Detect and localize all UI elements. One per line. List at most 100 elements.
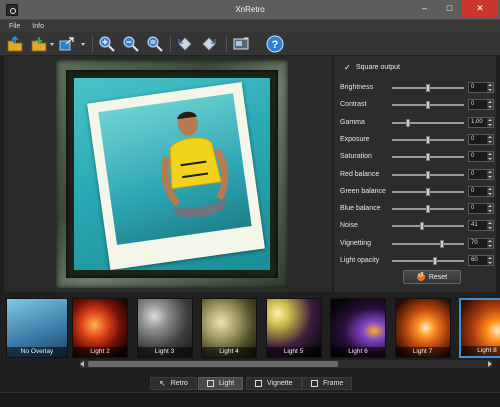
tab-frame[interactable]: Frame <box>302 377 353 390</box>
spin-arrows-icon[interactable] <box>487 238 493 248</box>
spinbox-value: 1,00 <box>471 118 483 125</box>
effect-thumbnail[interactable]: Light 8 <box>459 298 500 358</box>
value-spinbox[interactable]: 0 <box>468 168 494 180</box>
value-spinbox[interactable]: 0 <box>468 82 494 93</box>
slider-thumb[interactable] <box>426 84 430 92</box>
wooden-frame <box>54 58 290 290</box>
slider-thumb[interactable] <box>419 222 424 231</box>
spinbox-value: 70 <box>471 239 478 246</box>
slider-thumb[interactable] <box>426 135 430 144</box>
zoom-fit-icon[interactable] <box>146 35 164 53</box>
save-icon[interactable] <box>30 35 48 53</box>
spin-arrows-icon[interactable] <box>487 152 493 162</box>
value-spinbox[interactable]: 0 <box>468 203 494 215</box>
slider-label: Blue balance <box>340 205 381 213</box>
spin-arrows-icon[interactable] <box>487 221 493 231</box>
spinbox-value: 0 <box>471 101 475 108</box>
zoom-out-icon[interactable] <box>122 35 140 53</box>
slider-label: Brightness <box>340 84 374 91</box>
slider-thumb[interactable] <box>426 101 430 110</box>
slider-track[interactable] <box>392 205 464 214</box>
toolbar-divider <box>92 36 93 52</box>
share-icon[interactable] <box>58 35 76 53</box>
spin-arrows-icon[interactable] <box>487 256 493 265</box>
slider-track[interactable] <box>392 187 464 196</box>
slider-thumb[interactable] <box>433 257 438 265</box>
title-bar: XnRetro – □ ✕ <box>0 0 500 20</box>
value-spinbox[interactable]: 60 <box>468 255 494 266</box>
slider-row: Noise 41 <box>340 220 494 232</box>
slider-thumb[interactable] <box>440 239 445 248</box>
slider-row: Light opacity 60 <box>340 255 494 267</box>
close-button[interactable]: ✕ <box>462 0 498 18</box>
tab-retro[interactable]: ↖ Retro <box>150 377 197 390</box>
spin-arrows-icon[interactable] <box>487 169 493 179</box>
spin-arrows-icon[interactable] <box>487 186 493 196</box>
fullscreen-icon[interactable] <box>232 35 250 53</box>
toolbar-divider <box>170 36 171 52</box>
maximize-button[interactable]: □ <box>437 0 462 18</box>
value-spinbox[interactable]: 0 <box>468 133 494 145</box>
open-icon[interactable] <box>6 35 24 53</box>
tab-vignette[interactable]: Vignette <box>246 377 302 390</box>
menu-bar: File Info <box>0 20 500 32</box>
help-icon[interactable]: ? <box>266 35 284 53</box>
effect-thumbnail[interactable]: Light 6 <box>330 298 386 358</box>
slider-track[interactable] <box>392 84 464 92</box>
horizontal-scrollbar[interactable] <box>80 360 492 368</box>
spin-arrows-icon[interactable] <box>487 117 493 127</box>
effect-label: Light 2 <box>73 347 127 357</box>
rotate-right-icon[interactable] <box>200 35 218 53</box>
slider-label: Gamma <box>340 118 365 126</box>
slider-thumb[interactable] <box>426 153 430 162</box>
image-canvas[interactable] <box>4 56 332 292</box>
slider-track[interactable] <box>392 170 464 179</box>
slider-track[interactable] <box>392 118 464 127</box>
scroll-left-icon[interactable] <box>80 361 84 367</box>
effect-thumbnail[interactable]: Light 3 <box>136 298 193 358</box>
value-spinbox[interactable]: 0 <box>468 185 494 197</box>
person-illustration <box>161 111 229 219</box>
slider-track[interactable] <box>392 135 464 144</box>
light-icon <box>207 380 214 387</box>
slider-thumb[interactable] <box>426 170 430 179</box>
value-spinbox[interactable]: 41 <box>468 220 494 232</box>
rotate-left-icon[interactable] <box>176 35 194 53</box>
slider-track[interactable] <box>392 222 464 231</box>
effect-thumbnail[interactable]: Light 7 <box>394 298 451 358</box>
scroll-right-icon[interactable] <box>488 361 492 367</box>
slider-thumb[interactable] <box>426 187 430 196</box>
slider-label: Saturation <box>340 153 372 161</box>
value-spinbox[interactable]: 0 <box>468 151 494 163</box>
effect-thumbnail[interactable]: No Overlay <box>6 298 68 358</box>
slider-thumb[interactable] <box>405 118 410 127</box>
square-output-checkbox[interactable]: ✓ Square output <box>344 64 400 72</box>
spin-arrows-icon[interactable] <box>487 100 493 110</box>
value-spinbox[interactable]: 1,00 <box>468 116 494 128</box>
minimize-button[interactable]: – <box>412 0 437 18</box>
spin-arrows-icon[interactable] <box>487 204 493 214</box>
chevron-down-icon[interactable] <box>50 43 54 46</box>
value-spinbox[interactable]: 0 <box>468 99 494 111</box>
slider-track[interactable] <box>392 257 464 265</box>
menu-file[interactable]: File <box>9 23 20 30</box>
tab-light[interactable]: Light <box>198 377 244 390</box>
spin-arrows-icon[interactable] <box>487 134 493 144</box>
slider-thumb[interactable] <box>426 205 430 214</box>
value-spinbox[interactable]: 70 <box>468 237 494 249</box>
scrollbar-thumb[interactable] <box>88 361 338 367</box>
settings-panel: ✓ Square output Brightness 0 Contrast 0 Gamm… <box>334 56 496 292</box>
zoom-in-icon[interactable] <box>98 35 116 53</box>
slider-track[interactable] <box>392 153 464 162</box>
slider-label: Red balance <box>340 170 380 178</box>
effect-thumbnail[interactable]: Light 2 <box>72 298 128 358</box>
chevron-down-icon[interactable] <box>81 43 85 46</box>
menu-info[interactable]: Info <box>32 23 44 30</box>
effect-label: Light 4 <box>202 347 256 357</box>
reset-button[interactable]: Reset <box>403 270 461 284</box>
spin-arrows-icon[interactable] <box>487 83 493 92</box>
slider-track[interactable] <box>392 101 464 110</box>
effect-thumbnail[interactable]: Light 5 <box>265 298 322 358</box>
effect-thumbnail[interactable]: Light 4 <box>201 298 257 358</box>
slider-track[interactable] <box>392 239 464 248</box>
